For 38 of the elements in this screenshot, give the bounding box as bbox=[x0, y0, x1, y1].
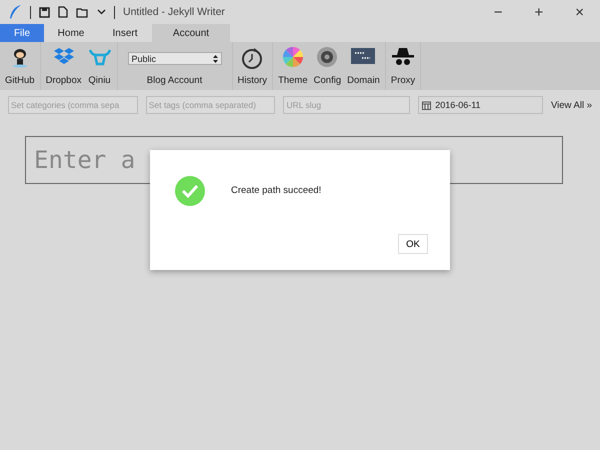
dialog-message: Create path succeed! bbox=[231, 185, 322, 196]
ribbon-tab[interactable]: Home bbox=[44, 24, 98, 42]
window-title: Untitled - Jekyll Writer bbox=[123, 6, 225, 18]
ribbon-tab[interactable]: Account bbox=[152, 24, 230, 42]
ribbon-button[interactable]: Dropbox bbox=[42, 42, 84, 90]
account-select[interactable]: Public bbox=[128, 52, 222, 65]
group-label: Blog Account bbox=[146, 75, 202, 86]
feather-icon bbox=[8, 4, 22, 20]
gear-icon bbox=[316, 46, 338, 68]
date-field[interactable]: 2016-06-11 bbox=[418, 96, 543, 114]
spinner-arrows-icon bbox=[212, 54, 218, 62]
slug-field[interactable]: URL slug bbox=[283, 96, 410, 114]
color-wheel-icon bbox=[282, 46, 304, 68]
chevron-down-icon[interactable] bbox=[97, 9, 106, 15]
file-menu-tab[interactable]: File bbox=[0, 24, 44, 42]
ribbon-button[interactable]: History bbox=[234, 42, 270, 90]
maximize-button[interactable]: + bbox=[526, 4, 552, 20]
save-icon[interactable] bbox=[39, 6, 50, 18]
ribbon-button[interactable]: Theme bbox=[275, 42, 311, 90]
ribbon-button[interactable]: GitHub bbox=[2, 42, 38, 90]
ribbon-button[interactable]: Qiniu bbox=[84, 42, 114, 90]
ribbon-button[interactable]: Config bbox=[310, 42, 344, 90]
calendar-icon bbox=[422, 100, 432, 110]
minimize-button[interactable]: − bbox=[486, 4, 510, 20]
clock-icon bbox=[240, 46, 264, 70]
document-icon[interactable] bbox=[58, 6, 68, 18]
ribbon-tab[interactable]: Insert bbox=[98, 24, 152, 42]
spy-icon bbox=[391, 46, 415, 68]
folder-icon[interactable] bbox=[76, 6, 89, 18]
categories-field[interactable]: Set categories (comma sepa bbox=[8, 96, 138, 114]
tags-field[interactable]: Set tags (comma separated) bbox=[146, 96, 276, 114]
ribbon-button[interactable]: Domain bbox=[344, 42, 383, 90]
ribbon-button[interactable]: Proxy bbox=[388, 42, 418, 90]
www-icon bbox=[350, 46, 376, 66]
close-button[interactable]: × bbox=[567, 4, 592, 20]
success-check-icon bbox=[175, 176, 205, 206]
ok-button[interactable]: OK bbox=[398, 234, 428, 254]
view-all-link[interactable]: View All » bbox=[550, 100, 592, 110]
